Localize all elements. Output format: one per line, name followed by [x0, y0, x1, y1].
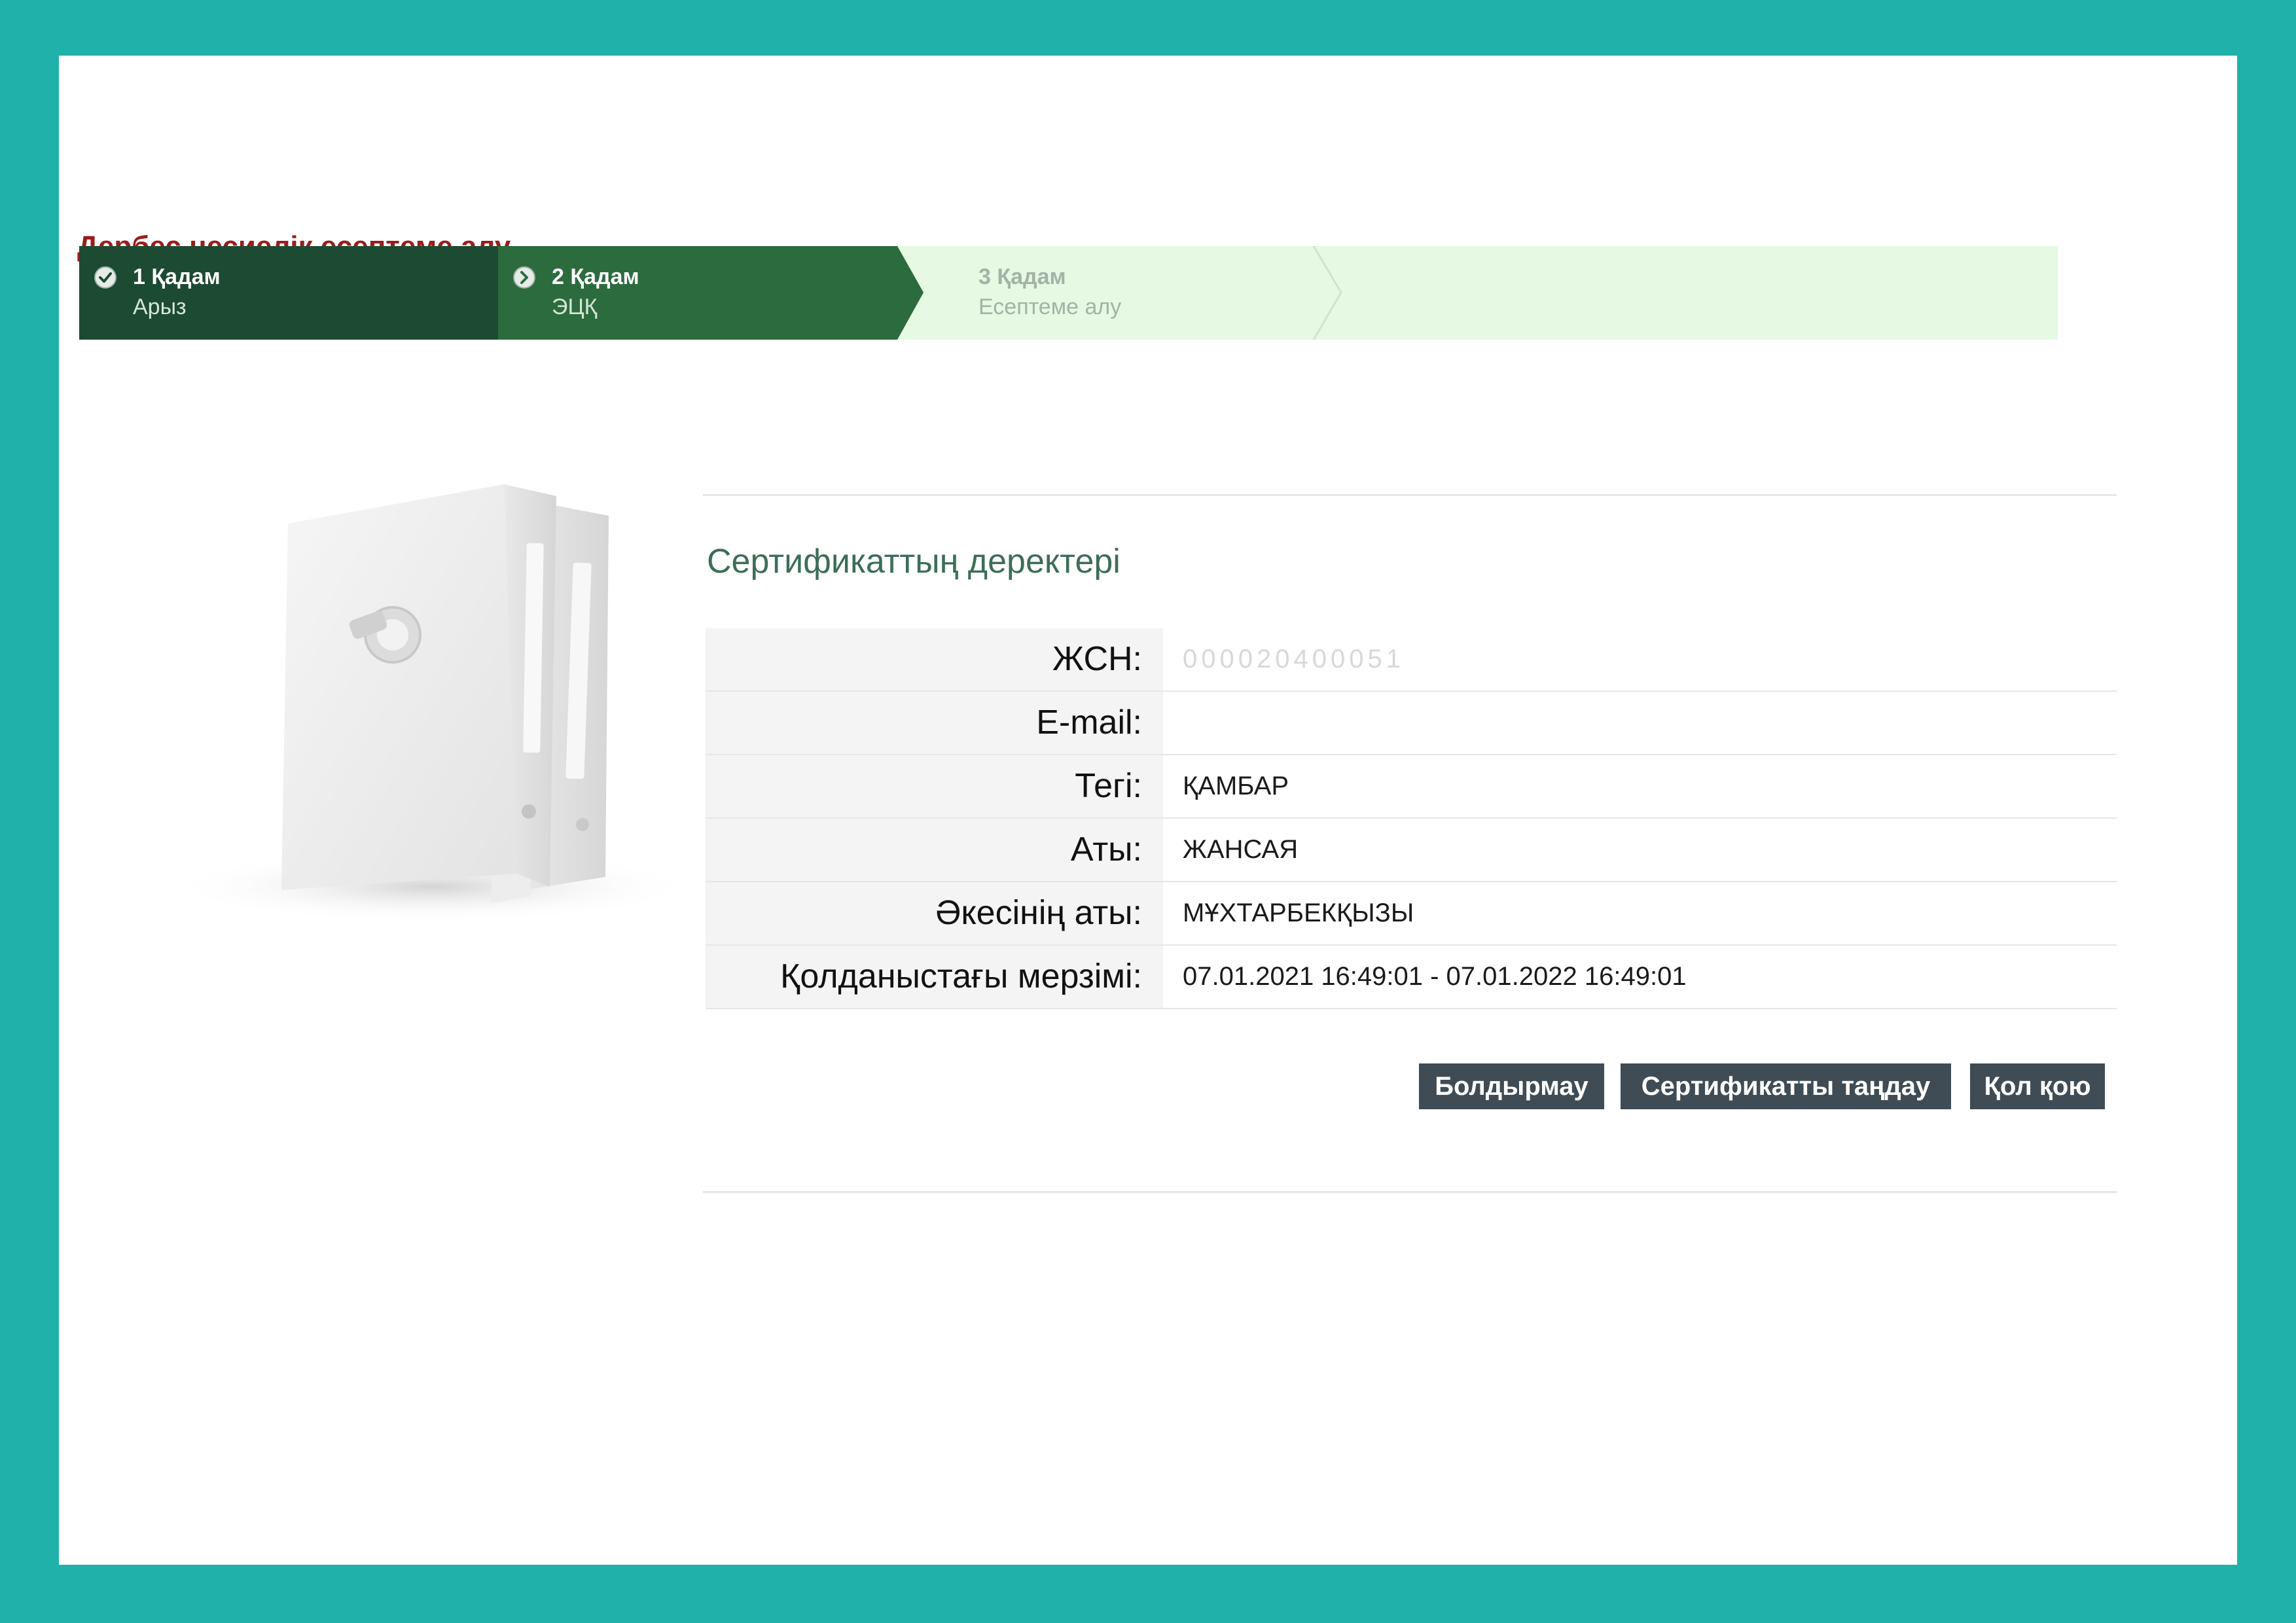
step-3-text: 3 Қадам Есептеме алу [978, 262, 1121, 322]
step-2-text: 2 Қадам ЭЦҚ [552, 262, 639, 322]
cancel-button[interactable]: Болдырмау [1419, 1063, 1604, 1109]
step-2: 2 Қадам ЭЦҚ [498, 246, 924, 340]
table-row: Тегі: ҚАМБАР [706, 755, 2117, 819]
check-icon [94, 266, 117, 289]
cert-value-patronymic: МҰХТАРБЕКҚЫЗЫ [1183, 899, 1414, 927]
cert-label-iin: ЖСН: [706, 628, 1163, 690]
cert-value-validity: 07.01.2021 16:49:01 - 07.01.2022 16:49:0… [1183, 962, 1687, 991]
cert-value-name: ЖАНСАЯ [1183, 835, 1299, 864]
table-row: Аты: ЖАНСАЯ [706, 819, 2117, 882]
table-row: Қолданыстағы мерзімі: 07.01.2021 16:49:0… [706, 946, 2117, 1009]
table-row: ЖСН: 000020400051 [706, 628, 2117, 692]
step-1-text: 1 Қадам Арыз [133, 262, 221, 322]
cert-label-name: Аты: [706, 819, 1163, 881]
certificate-title: Сертификаттың деректері [707, 543, 1121, 580]
table-row: Әкесінің аты: МҰХТАРБЕКҚЫЗЫ [706, 882, 2117, 946]
step-3: 3 Қадам Есептеме алу [930, 246, 1349, 340]
cert-value-iin: 000020400051 [1183, 645, 1405, 673]
step-2-number: 2 Қадам [552, 264, 639, 289]
step-1-label: Арыз [133, 294, 187, 319]
document-folder-illustration [170, 484, 687, 923]
cert-label-validity: Қолданыстағы мерзімі: [706, 946, 1163, 1008]
stepper: 1 Қадам Арыз 2 Қадам ЭЦҚ 3 Қадам Есептем… [79, 246, 2058, 340]
sign-button[interactable]: Қол қою [1970, 1063, 2105, 1109]
step-separator-chevron [1312, 246, 1342, 340]
table-row: E-mail: [706, 692, 2117, 755]
cert-value-surname: ҚАМБАР [1183, 772, 1289, 800]
divider-top [703, 494, 2117, 496]
divider-bottom [703, 1191, 2117, 1193]
cert-label-email: E-mail: [706, 692, 1163, 754]
select-certificate-button[interactable]: Сертификатты таңдау [1621, 1063, 1951, 1109]
certificate-table: ЖСН: 000020400051 E-mail: Тегі: ҚАМБАР А… [706, 628, 2117, 1009]
step-1: 1 Қадам Арыз [79, 246, 498, 340]
cert-label-surname: Тегі: [706, 755, 1163, 817]
step-3-label: Есептеме алу [978, 294, 1122, 319]
arrow-right-icon [513, 266, 535, 289]
cert-label-patronymic: Әкесінің аты: [706, 882, 1163, 944]
step-1-number: 1 Қадам [133, 264, 221, 289]
step-2-label: ЭЦҚ [552, 294, 598, 319]
step-3-number: 3 Қадам [978, 264, 1066, 289]
cert-value-email [1163, 692, 2117, 754]
